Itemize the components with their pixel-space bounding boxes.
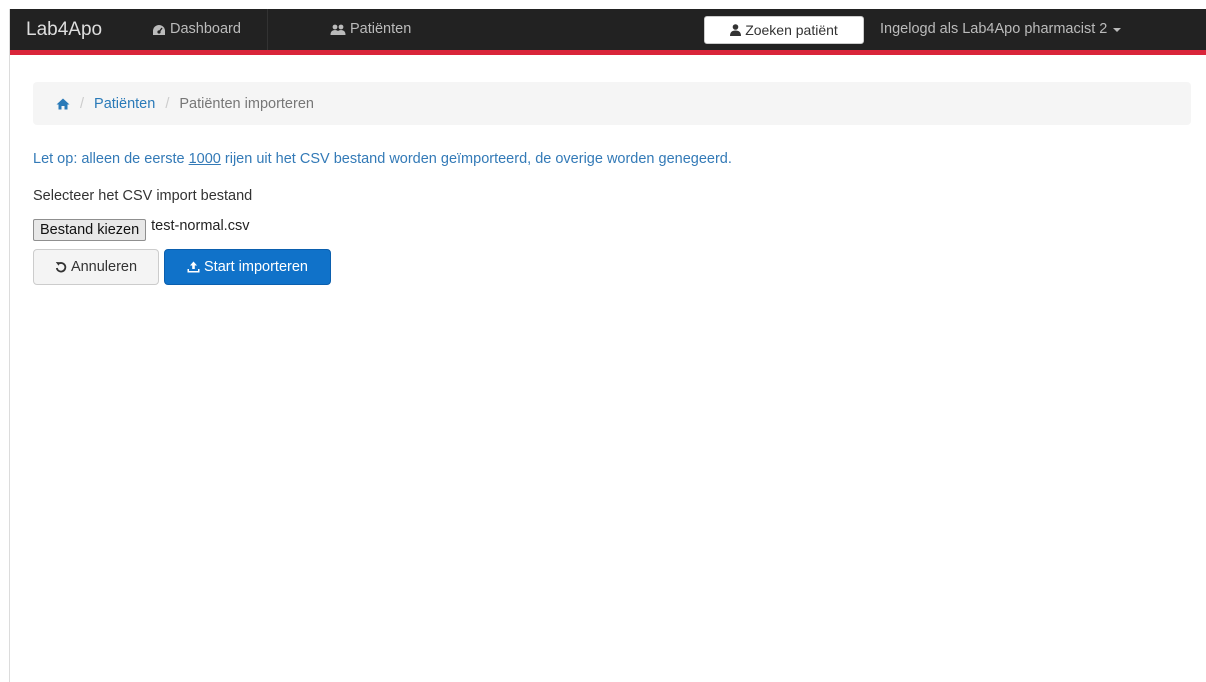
user-menu-label: Ingelogd als Lab4Apo pharmacist 2 <box>880 21 1108 37</box>
breadcrumb-separator: / <box>80 95 85 112</box>
search-patient-button[interactable]: Zoeken patiënt <box>704 16 864 44</box>
breadcrumb-patients[interactable]: Patiënten <box>94 96 155 112</box>
caret-down-icon <box>1113 27 1122 32</box>
nav-patients-label: Patiënten <box>350 21 412 37</box>
top-navbar: Lab4Apo Dashboard Patiënten Zoeken patië… <box>10 9 1206 55</box>
select-file-label: Selecteer het CSV import bestand <box>33 188 253 204</box>
cancel-label: Annuleren <box>70 259 138 275</box>
nav-patients[interactable]: Patiënten <box>330 9 411 50</box>
breadcrumb-separator: / <box>165 95 170 112</box>
users-icon <box>330 24 346 35</box>
file-input[interactable]: Bestand kiezen test-normal.csv <box>33 218 250 241</box>
breadcrumb: / Patiënten / Patiënten importeren <box>33 82 1191 125</box>
app-frame: Lab4Apo Dashboard Patiënten Zoeken patië… <box>9 9 1206 682</box>
search-patient-label: Zoeken patiënt <box>745 22 838 38</box>
import-limit-notice: Let op: alleen de eerste 1000 rijen uit … <box>33 151 732 167</box>
nav-dashboard[interactable]: Dashboard <box>152 9 268 50</box>
dashboard-icon <box>153 24 165 35</box>
undo-icon <box>55 262 67 273</box>
start-import-button[interactable]: Start importeren <box>164 249 331 285</box>
selected-file-name: test-normal.csv <box>151 218 250 234</box>
start-import-label: Start importeren <box>204 259 308 275</box>
brand-logo[interactable]: Lab4Apo <box>26 9 102 50</box>
user-icon <box>730 24 742 36</box>
user-menu-dropdown[interactable]: Ingelogd als Lab4Apo pharmacist 2 <box>880 9 1122 50</box>
upload-icon <box>187 261 200 273</box>
cancel-button[interactable]: Annuleren <box>33 249 159 285</box>
notice-text-start: Let op: alleen de eerste <box>33 151 189 167</box>
breadcrumb-current: Patiënten importeren <box>179 95 314 112</box>
nav-dashboard-label: Dashboard <box>170 21 241 37</box>
home-icon[interactable] <box>56 98 70 110</box>
choose-file-button[interactable]: Bestand kiezen <box>33 219 147 241</box>
notice-limit: 1000 <box>188 151 221 167</box>
notice-text-end: rijen uit het CSV bestand worden geïmpor… <box>220 151 732 167</box>
